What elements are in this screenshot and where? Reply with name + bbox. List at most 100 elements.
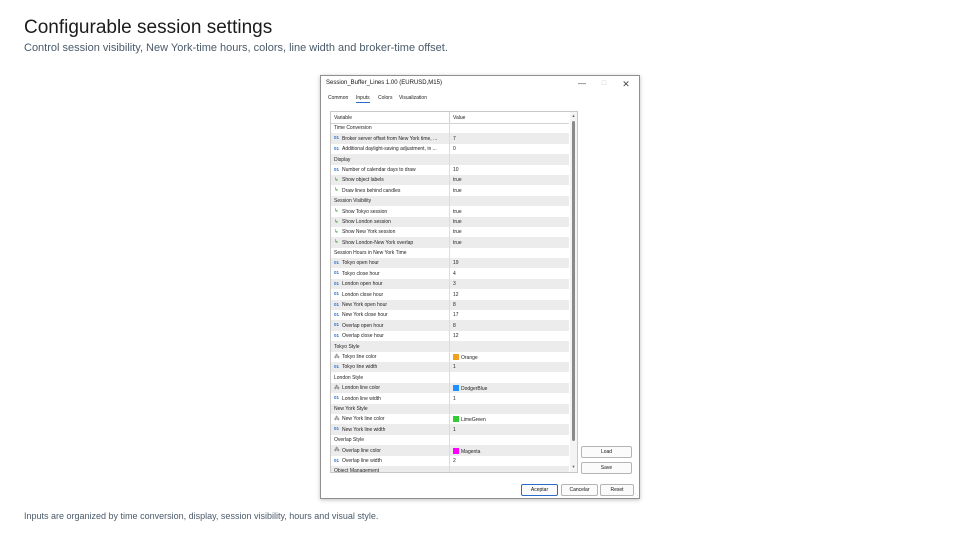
close-icon[interactable]: ✕: [620, 78, 632, 90]
group-row[interactable]: Display: [331, 154, 569, 165]
table-row[interactable]: 01 Additional daylight-saving adjustment,…: [331, 143, 569, 155]
table-row[interactable]: ⁂ Overlap line color Magenta: [331, 445, 569, 456]
variable-value[interactable]: 10: [453, 167, 459, 173]
variable-value[interactable]: 0: [453, 146, 456, 152]
variable-value[interactable]: LimeGreen: [453, 416, 486, 423]
table-row[interactable]: 01 Tokyo close hour 4: [331, 268, 569, 279]
group-row[interactable]: Time Conversion: [331, 123, 569, 134]
variable-value[interactable]: 12: [453, 333, 459, 339]
column-header-variable[interactable]: Variable: [334, 115, 352, 121]
table-row[interactable]: ↳ Draw lines behind candles true: [331, 185, 569, 196]
group-row[interactable]: Overlap Style: [331, 434, 569, 446]
vertical-scrollbar[interactable]: ▲ ▼: [570, 112, 577, 472]
group-row[interactable]: New York Style: [331, 403, 569, 414]
color-swatch[interactable]: [453, 416, 459, 423]
variable-value[interactable]: 2: [453, 458, 456, 464]
table-row[interactable]: ↳ Show object labels true: [331, 174, 569, 186]
table-row[interactable]: ↳ Show New York session true: [331, 226, 569, 238]
scroll-down-icon[interactable]: ▼: [571, 464, 576, 469]
value-text: Magenta: [461, 448, 481, 455]
minimize-icon[interactable]: —: [576, 78, 588, 90]
table-row[interactable]: ⁂ London line color DodgerBlue: [331, 382, 569, 394]
variable-name: New York line width: [342, 426, 386, 433]
color-type-icon: ⁂: [334, 447, 340, 454]
dialog-titlebar[interactable]: Session_Buffer_Lines 1.00 (EURUSD,M15) —…: [321, 76, 639, 92]
page-title: Configurable session settings: [24, 17, 273, 38]
value-text: Orange: [461, 354, 478, 361]
variable-value[interactable]: 4: [453, 271, 456, 277]
boolean-type-icon: ↳: [334, 208, 339, 215]
cancel-button[interactable]: Cancelar: [561, 484, 598, 496]
table-row[interactable]: 01 Overlap line width 2: [331, 455, 569, 466]
color-swatch[interactable]: [453, 385, 459, 392]
tab-visualization[interactable]: Visualization: [399, 95, 427, 101]
ok-button[interactable]: Aceptar: [521, 484, 558, 496]
numeric-type-icon: 01: [334, 260, 340, 266]
group-row[interactable]: Tokyo Style: [331, 341, 569, 352]
table-row[interactable]: ↳ Show Tokyo session true: [331, 206, 569, 217]
table-row[interactable]: 01 London close hour 12: [331, 289, 569, 300]
column-header-value[interactable]: Value: [453, 115, 465, 121]
table-row[interactable]: 01 New York close hour 17: [331, 310, 569, 321]
variable-name: Tokyo line width: [342, 364, 378, 371]
tab-common[interactable]: Common: [328, 95, 348, 101]
group-row[interactable]: Session Hours in New York Time: [331, 247, 569, 259]
dialog-title: Session_Buffer_Lines 1.00 (EURUSD,M15): [326, 80, 442, 86]
color-swatch[interactable]: [453, 353, 459, 360]
group-row[interactable]: Object Management: [331, 465, 569, 472]
tab-colors[interactable]: Colors: [378, 95, 392, 101]
table-body: Time Conversion 01 Broker server offset fr…: [331, 123, 569, 472]
variable-value[interactable]: Orange: [453, 353, 478, 361]
table-row[interactable]: 01 Overlap close hour 12: [331, 330, 569, 342]
numeric-type-icon: 01: [334, 280, 340, 286]
variable-value[interactable]: 19: [453, 260, 459, 266]
variable-value[interactable]: 17: [453, 312, 459, 318]
variable-value[interactable]: 1: [453, 396, 456, 402]
table-row[interactable]: 01 New York open hour 8: [331, 299, 569, 311]
variable-value[interactable]: 7: [453, 136, 456, 142]
variable-value[interactable]: true: [453, 177, 462, 183]
table-row[interactable]: 01 Number of calendar days to draw 10: [331, 164, 569, 175]
boolean-type-icon: ↳: [334, 187, 339, 194]
numeric-type-icon: 01: [334, 395, 340, 401]
load-button[interactable]: Load: [581, 446, 632, 458]
table-row[interactable]: ⁂ Tokyo line color Orange: [331, 351, 569, 362]
save-button[interactable]: Save: [581, 462, 632, 474]
value-text: 12: [453, 291, 459, 298]
variable-value[interactable]: 8: [453, 323, 456, 329]
variable-value[interactable]: true: [453, 229, 462, 235]
variable-value[interactable]: Magenta: [453, 447, 481, 455]
table-row[interactable]: 01 Broker server offset from New York tim…: [331, 133, 569, 144]
scroll-up-icon[interactable]: ▲: [571, 113, 576, 118]
variable-value[interactable]: 3: [453, 281, 456, 287]
variable-value[interactable]: DodgerBlue: [453, 385, 487, 392]
variable-name: Draw lines behind candles: [342, 187, 401, 194]
table-row[interactable]: 01 London line width 1: [331, 393, 569, 404]
reset-button[interactable]: Reset: [600, 484, 634, 496]
color-swatch[interactable]: [453, 447, 459, 454]
variable-value[interactable]: 1: [453, 427, 456, 433]
table-row[interactable]: 01 Tokyo open hour 19: [331, 258, 569, 269]
scroll-thumb[interactable]: [572, 121, 575, 441]
variable-value[interactable]: 8: [453, 302, 456, 308]
table-row[interactable]: 01 New York line width 1: [331, 424, 569, 435]
variable-value[interactable]: true: [453, 240, 462, 246]
table-row[interactable]: 01 London open hour 3: [331, 278, 569, 290]
table-row[interactable]: ↳ Show London session true: [331, 216, 569, 227]
table-row[interactable]: ⁂ New York line color LimeGreen: [331, 413, 569, 425]
variable-value[interactable]: true: [453, 219, 462, 225]
variable-name: Show New York session: [342, 229, 396, 236]
table-row[interactable]: ↳ Show London-New York overlap true: [331, 237, 569, 248]
table-row[interactable]: 01 Tokyo line width 1: [331, 361, 569, 373]
variable-value[interactable]: 1: [453, 364, 456, 370]
variable-value[interactable]: 12: [453, 292, 459, 298]
variable-value[interactable]: true: [453, 209, 462, 215]
group-label: London Style: [334, 374, 364, 381]
group-row[interactable]: London Style: [331, 372, 569, 383]
tab-inputs[interactable]: Inputs: [356, 95, 370, 103]
variable-value[interactable]: true: [453, 188, 462, 194]
table-row[interactable]: 01 Overlap open hour 8: [331, 320, 569, 331]
group-row[interactable]: Session Visibility: [331, 195, 569, 207]
resize-grip-icon[interactable]: ⋱: [633, 491, 638, 497]
variable-name: Overlap line width: [342, 457, 382, 464]
